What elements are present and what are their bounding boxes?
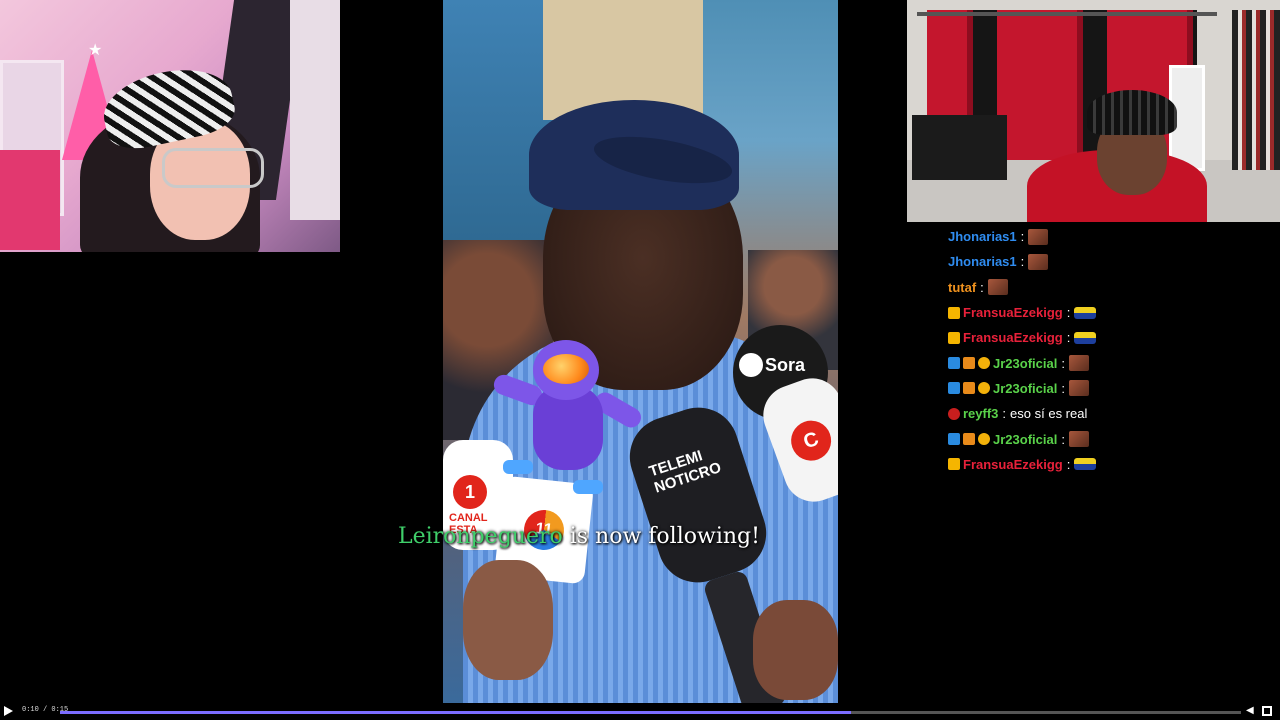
- durag: [1087, 90, 1177, 135]
- face-emote-icon: [1068, 431, 1089, 448]
- chat-message: Jhonarias1:: [948, 224, 1278, 249]
- follow-alert: Leironpeguero is now following!: [398, 524, 760, 549]
- crown-badge-icon: [948, 331, 960, 344]
- face-emote-icon: [1028, 253, 1049, 270]
- astronaut-leg-left: [503, 460, 533, 474]
- one-badge-icon: [978, 382, 990, 395]
- face-emote-icon: [1028, 228, 1049, 245]
- chat-message: Jhonarias1:: [948, 249, 1278, 274]
- follower-username: Leironpeguero: [398, 524, 563, 549]
- cube-badge-icon: [963, 433, 975, 446]
- glasses: [162, 148, 264, 188]
- sofa: [0, 150, 60, 250]
- chat-message: tutaf:: [948, 275, 1278, 300]
- chat-username[interactable]: Jr23oficial: [993, 381, 1057, 396]
- hand-right: [753, 600, 838, 700]
- stream-layout: ★ Sora TELEMI NOTICRO 1 CANAL ESTA 11 C …: [0, 0, 1280, 720]
- chat-separator: :: [1020, 254, 1025, 270]
- seek-bar[interactable]: [60, 711, 1241, 714]
- chat-username[interactable]: reyff3: [963, 406, 998, 421]
- telemicro-label: TELEMI NOTICRO: [647, 447, 724, 497]
- chat-separator: :: [1020, 229, 1025, 245]
- one-badge-icon: [978, 357, 990, 370]
- chat-username[interactable]: Jr23oficial: [993, 356, 1057, 371]
- chat-message: FransuaEzekigg:: [948, 300, 1278, 325]
- canal-badge: 1: [453, 475, 487, 509]
- hand-left: [463, 560, 553, 680]
- astronaut-leg-right: [573, 480, 603, 494]
- player-controls: 0:10 / 0:15 ◀: [0, 703, 1280, 720]
- arrow-badge-icon: [948, 382, 960, 395]
- chat-separator: :: [1061, 355, 1065, 371]
- chat-username[interactable]: Jhonarias1: [948, 254, 1017, 269]
- star-icon: ★: [88, 42, 103, 59]
- chat-separator: :: [1066, 456, 1071, 472]
- chat-message: reyff3: eso sí es real: [948, 401, 1278, 426]
- streamer-webcam-left: ★: [0, 0, 340, 252]
- sora-watermark: Sora: [765, 355, 806, 375]
- cube-badge-icon: [963, 357, 975, 370]
- fullscreen-icon[interactable]: [1262, 706, 1272, 716]
- arrow-badge-icon: [948, 357, 960, 370]
- chat-separator: :: [1061, 431, 1065, 447]
- clothes-rack-right: [1232, 10, 1280, 170]
- chat-username[interactable]: tutaf: [948, 280, 976, 295]
- crown-badge-icon: [948, 306, 960, 319]
- curtain-rod: [917, 12, 1217, 16]
- chat-message: Jr23oficial:: [948, 426, 1278, 451]
- chat-text: eso sí es real: [1010, 406, 1088, 422]
- right-mic-badge: C: [785, 415, 837, 467]
- face-emote-icon: [987, 279, 1008, 296]
- chat-separator: :: [1002, 406, 1007, 422]
- dot-badge-icon: [948, 407, 960, 420]
- chat-username[interactable]: FransuaEzekigg: [963, 457, 1063, 472]
- chat-message: Jr23oficial:: [948, 350, 1278, 375]
- television: [912, 115, 1007, 180]
- chat-separator: :: [1061, 380, 1065, 396]
- clothes-rack: [290, 0, 340, 220]
- chat-overlay: Jhonarias1: Jhonarias1: tutaf: FransuaEzeki…: [948, 224, 1278, 477]
- car-emote-icon: [1074, 331, 1097, 344]
- chat-separator: :: [980, 279, 984, 295]
- chat-message: Jr23oficial:: [948, 376, 1278, 401]
- seek-bar-progress: [60, 711, 852, 714]
- chat-message: FransuaEzekigg:: [948, 325, 1278, 350]
- chat-separator: :: [1066, 305, 1071, 321]
- volume-icon[interactable]: ◀: [1246, 706, 1256, 716]
- sora-logo-icon: [739, 353, 763, 377]
- arrow-badge-icon: [948, 433, 960, 446]
- follow-message: is now following!: [562, 524, 760, 549]
- face-emote-icon: [1068, 380, 1089, 397]
- chat-separator: :: [1066, 330, 1071, 346]
- chat-username[interactable]: FransuaEzekigg: [963, 305, 1063, 320]
- face-emote-icon: [1068, 355, 1089, 372]
- chat-username[interactable]: Jr23oficial: [993, 432, 1057, 447]
- streamer-webcam-right: [907, 0, 1280, 222]
- chat-username[interactable]: Jhonarias1: [948, 229, 1017, 244]
- chat-username[interactable]: FransuaEzekigg: [963, 330, 1063, 345]
- car-emote-icon: [1074, 306, 1097, 319]
- astronaut-sticker-icon: [491, 340, 645, 505]
- astronaut-visor: [543, 354, 589, 384]
- car-emote-icon: [1074, 458, 1097, 471]
- one-badge-icon: [978, 433, 990, 446]
- chat-message: FransuaEzekigg:: [948, 452, 1278, 477]
- cube-badge-icon: [963, 382, 975, 395]
- crown-badge-icon: [948, 458, 960, 471]
- play-icon[interactable]: [4, 706, 13, 716]
